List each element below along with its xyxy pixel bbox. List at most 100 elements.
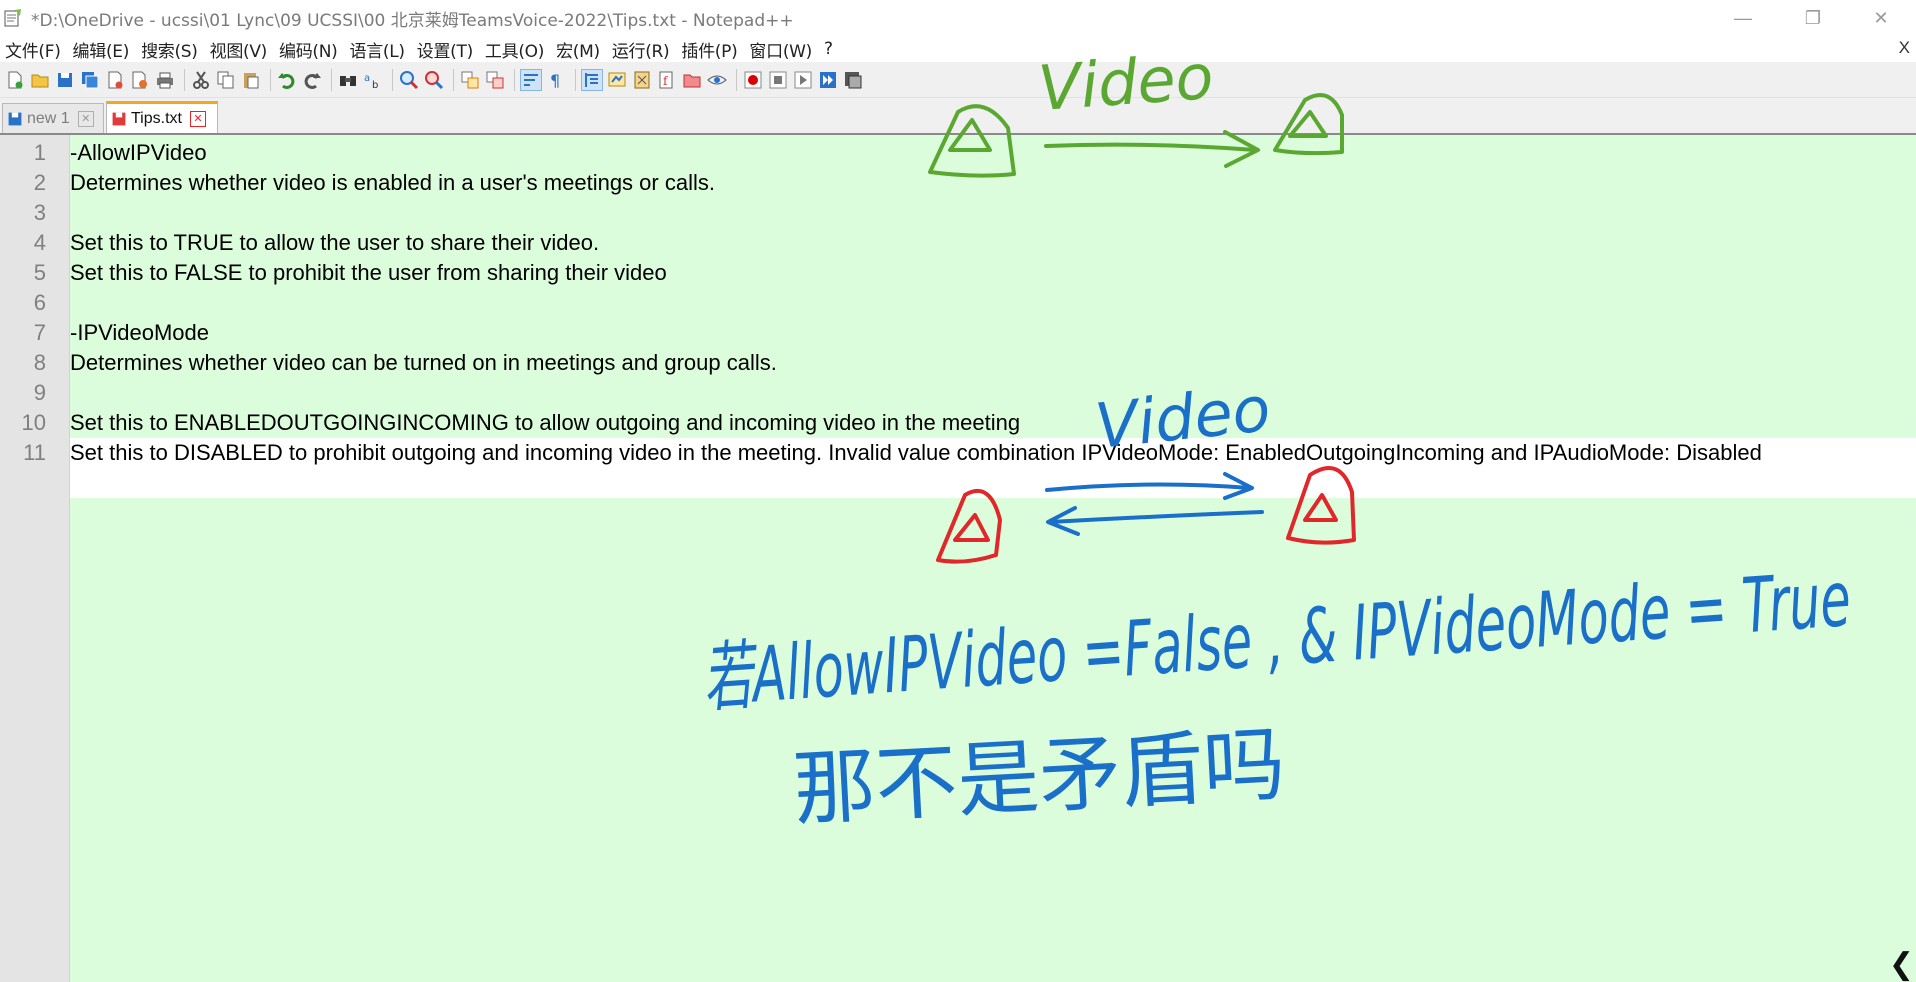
minimize-button[interactable]: — bbox=[1708, 0, 1778, 36]
text-line[interactable]: -AllowIPVideo bbox=[70, 138, 1916, 168]
user-language-button[interactable] bbox=[606, 69, 628, 91]
line-number: 10 bbox=[21, 410, 46, 435]
print-button[interactable] bbox=[154, 69, 176, 91]
text-line[interactable] bbox=[70, 288, 1916, 318]
menu-plugins[interactable]: 插件(P) bbox=[675, 37, 743, 62]
fast-forward-icon bbox=[820, 71, 836, 88]
undo-button[interactable] bbox=[276, 69, 298, 91]
record-macro-button[interactable] bbox=[742, 69, 764, 91]
close-file-button[interactable] bbox=[104, 69, 126, 91]
line-number: 7 bbox=[33, 320, 46, 345]
notepadpp-icon bbox=[4, 9, 21, 27]
menu-help[interactable]: ? bbox=[818, 39, 839, 59]
menu-search[interactable]: 搜索(S) bbox=[135, 37, 204, 62]
zoom-out-button[interactable] bbox=[423, 69, 445, 91]
text-line[interactable]: Set this to ENABLEDOUTGOINGINCOMING to a… bbox=[70, 408, 1916, 438]
menu-language[interactable]: 语言(L) bbox=[344, 37, 411, 62]
binoculars-icon bbox=[340, 75, 356, 86]
save-all-button[interactable] bbox=[79, 69, 101, 91]
tab-bar: new 1 ✕ Tips.txt ✕ bbox=[0, 98, 1916, 135]
editor-area[interactable]: 1 2 3 4 5 6 7 8 9 10 11 -AllowIPVideo De… bbox=[0, 135, 1916, 982]
sync-horizontal-icon bbox=[486, 71, 504, 88]
zoom-in-button[interactable] bbox=[398, 69, 420, 91]
indent-guide-button[interactable] bbox=[581, 68, 603, 91]
text-line[interactable]: -IPVideoMode bbox=[70, 318, 1916, 348]
menu-settings[interactable]: 设置(T) bbox=[411, 37, 479, 62]
save-button[interactable] bbox=[54, 69, 76, 91]
close-button[interactable]: ✕ bbox=[1846, 0, 1916, 36]
text-line[interactable]: Set this to TRUE to allow the user to sh… bbox=[70, 228, 1916, 258]
menu-view[interactable]: 视图(V) bbox=[204, 37, 273, 62]
toolbar-separator bbox=[184, 68, 185, 91]
toolbar-separator bbox=[514, 68, 515, 91]
copy-button[interactable] bbox=[215, 69, 237, 91]
text-line[interactable] bbox=[70, 198, 1916, 228]
replace-button[interactable]: ab bbox=[362, 69, 384, 91]
toolbar-separator bbox=[575, 68, 576, 91]
scissors-icon bbox=[193, 70, 209, 89]
text-line[interactable]: Determines whether video is enabled in a… bbox=[70, 168, 1916, 198]
monitoring-button[interactable] bbox=[706, 69, 728, 91]
close-document-button[interactable]: X bbox=[1899, 38, 1910, 58]
save-macro-button[interactable] bbox=[842, 69, 864, 91]
folder-icon bbox=[683, 74, 701, 87]
tab-new-1[interactable]: new 1 ✕ bbox=[2, 103, 104, 133]
menu-edit[interactable]: 编辑(E) bbox=[67, 37, 136, 62]
word-wrap-button[interactable] bbox=[520, 68, 542, 91]
document-map-button[interactable] bbox=[631, 69, 653, 91]
sync-vertical-icon bbox=[461, 71, 479, 88]
show-all-characters-button[interactable]: ¶ bbox=[545, 69, 567, 91]
close-all-icon bbox=[132, 71, 147, 88]
folder-as-workspace-button[interactable] bbox=[681, 69, 703, 91]
redo-icon bbox=[304, 72, 321, 89]
line-number: 3 bbox=[33, 200, 46, 225]
eye-icon bbox=[707, 75, 727, 84]
svg-text:¶: ¶ bbox=[550, 71, 560, 90]
zoom-in-icon bbox=[400, 70, 419, 89]
maximize-button[interactable]: ❐ bbox=[1778, 0, 1848, 36]
open-file-button[interactable] bbox=[29, 69, 51, 91]
title-bar: *D:\OneDrive - ucssi\01 Lync\09 UCSSI\00… bbox=[0, 0, 1916, 36]
close-all-button[interactable] bbox=[129, 69, 151, 91]
toolbar-separator bbox=[270, 68, 271, 91]
zoom-out-icon bbox=[425, 70, 444, 89]
menu-macro[interactable]: 宏(M) bbox=[550, 37, 606, 62]
menu-encoding[interactable]: 编码(N) bbox=[273, 37, 343, 62]
save-icon bbox=[58, 72, 72, 87]
current-text-line[interactable]: Set this to DISABLED to prohibit outgoin… bbox=[70, 438, 1916, 498]
menu-window[interactable]: 窗口(W) bbox=[743, 37, 818, 62]
text-line[interactable] bbox=[70, 378, 1916, 408]
document-map-icon bbox=[634, 71, 650, 88]
function-list-button[interactable]: f bbox=[656, 69, 678, 91]
toolbar: ab ¶ f bbox=[0, 62, 1916, 98]
sync-vertical-button[interactable] bbox=[459, 69, 481, 91]
copy-icon bbox=[217, 71, 234, 88]
line-number: 2 bbox=[33, 170, 46, 195]
new-file-button[interactable] bbox=[4, 69, 26, 91]
menu-bar: 文件(F) 编辑(E) 搜索(S) 视图(V) 编码(N) 语言(L) 设置(T… bbox=[0, 36, 1916, 62]
text-line[interactable]: Determines whether video can be turned o… bbox=[70, 348, 1916, 378]
close-icon: ✕ bbox=[1873, 7, 1889, 28]
menu-file[interactable]: 文件(F) bbox=[0, 37, 67, 62]
text-line[interactable]: Set this to FALSE to prohibit the user f… bbox=[70, 258, 1916, 288]
run-macro-multiple-button[interactable] bbox=[817, 69, 839, 91]
menu-tools[interactable]: 工具(O) bbox=[479, 37, 550, 62]
tab-close-icon[interactable]: ✕ bbox=[189, 110, 206, 127]
play-macro-button[interactable] bbox=[792, 69, 814, 91]
cut-button[interactable] bbox=[190, 69, 212, 91]
tab-label: new 1 bbox=[27, 109, 70, 127]
tab-close-icon[interactable]: ✕ bbox=[77, 110, 94, 127]
redo-button[interactable] bbox=[301, 69, 323, 91]
paste-button[interactable] bbox=[240, 69, 262, 91]
svg-text:b: b bbox=[372, 80, 378, 90]
tab-tips-txt[interactable]: Tips.txt ✕ bbox=[106, 101, 218, 133]
menu-run[interactable]: 运行(R) bbox=[606, 37, 676, 62]
stop-macro-button[interactable] bbox=[767, 69, 789, 91]
save-icon bbox=[8, 112, 22, 125]
find-button[interactable] bbox=[337, 69, 359, 91]
sync-horizontal-button[interactable] bbox=[484, 69, 506, 91]
indent-guide-icon bbox=[585, 72, 598, 87]
text-content[interactable]: -AllowIPVideo Determines whether video i… bbox=[70, 138, 1916, 498]
scroll-left-icon[interactable]: ❮ bbox=[1889, 947, 1914, 982]
close-file-icon bbox=[108, 71, 123, 88]
